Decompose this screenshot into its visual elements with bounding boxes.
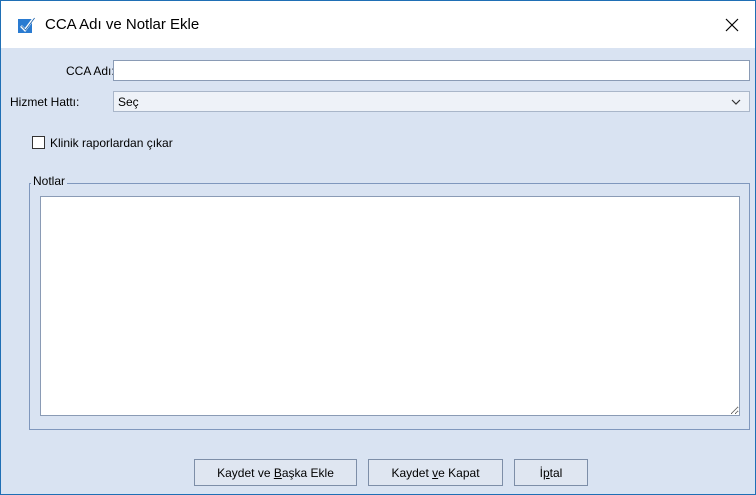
service-line-value: Seç bbox=[118, 95, 139, 109]
cancel-button[interactable]: İp tal bbox=[514, 459, 588, 486]
save-close-label-post: e Kapat bbox=[438, 465, 480, 480]
save-add-another-button[interactable]: Kaydet ve Başka Ekle bbox=[194, 459, 357, 486]
service-line-label: Hizmet Hattı: bbox=[10, 95, 80, 109]
service-line-select[interactable]: Seç bbox=[113, 91, 750, 112]
cca-name-input[interactable] bbox=[113, 60, 750, 81]
save-close-label-pre: Kaydet bbox=[391, 465, 433, 480]
close-icon bbox=[725, 18, 739, 31]
title-bar: CCA Adı ve Notlar Ekle bbox=[1, 1, 755, 48]
cancel-mnemonic: p bbox=[542, 465, 550, 480]
save-add-mnemonic: B bbox=[273, 465, 282, 480]
notes-textarea[interactable] bbox=[40, 196, 740, 416]
dialog-window: CCA Adı ve Notlar Ekle CCA Adı: Hizmet H… bbox=[0, 0, 756, 495]
window-title: CCA Adı ve Notlar Ekle bbox=[45, 16, 200, 33]
exclude-label: Klinik raporlardan çıkar bbox=[50, 136, 173, 150]
save-close-button[interactable]: Kaydet ve Kapat bbox=[368, 459, 503, 486]
exclude-checkbox[interactable] bbox=[32, 136, 45, 149]
chevron-down-icon bbox=[731, 99, 741, 105]
checkbox-check-icon bbox=[18, 17, 36, 33]
cancel-label-post: tal bbox=[549, 465, 563, 480]
cca-name-label: CCA Adı: bbox=[66, 64, 115, 78]
close-button[interactable] bbox=[709, 1, 755, 48]
save-add-label-post: aşka Ekle bbox=[281, 465, 334, 480]
save-add-label-pre: Kaydet ve bbox=[217, 465, 274, 480]
notes-group-label: Notlar bbox=[31, 174, 68, 188]
